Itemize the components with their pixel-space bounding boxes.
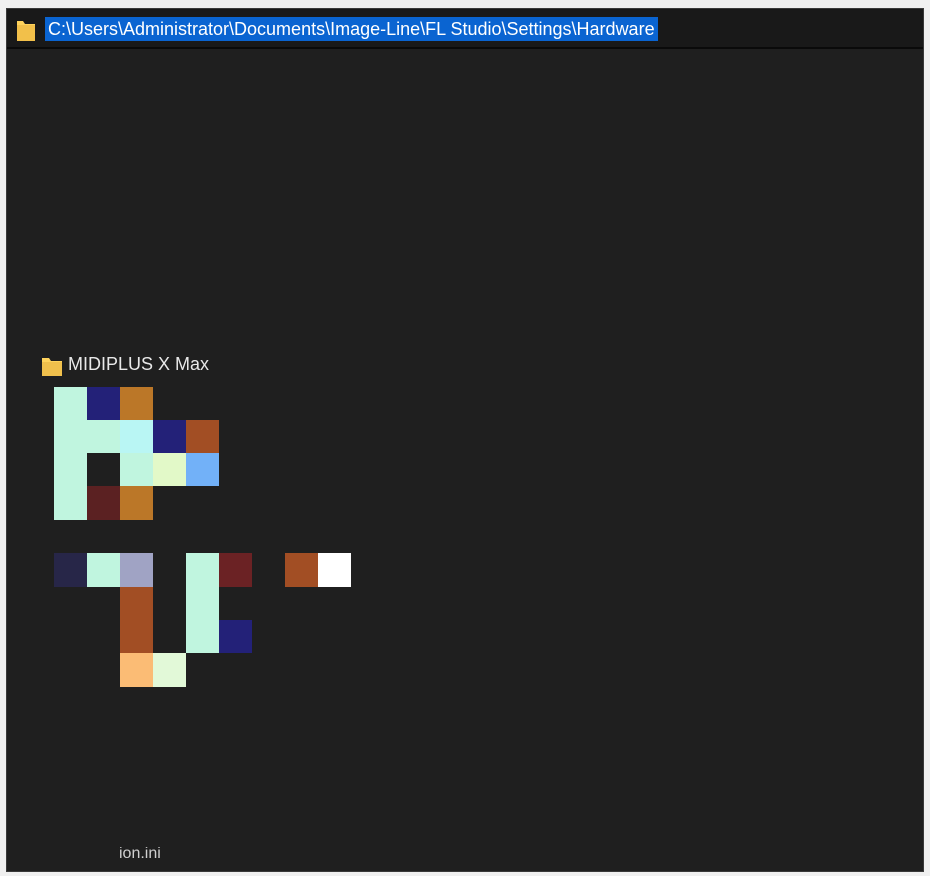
file-list: MIDIPLUS X Max ion.ini <box>7 49 923 871</box>
address-bar[interactable]: C:\Users\Administrator\Documents\Image-L… <box>7 9 923 49</box>
file-explorer-window: C:\Users\Administrator\Documents\Image-L… <box>6 8 924 872</box>
pixelated-redaction <box>7 49 923 871</box>
list-item-file-partial[interactable]: ion.ini <box>119 847 161 861</box>
folder-icon <box>17 21 35 41</box>
address-path-input[interactable]: C:\Users\Administrator\Documents\Image-L… <box>45 17 658 41</box>
